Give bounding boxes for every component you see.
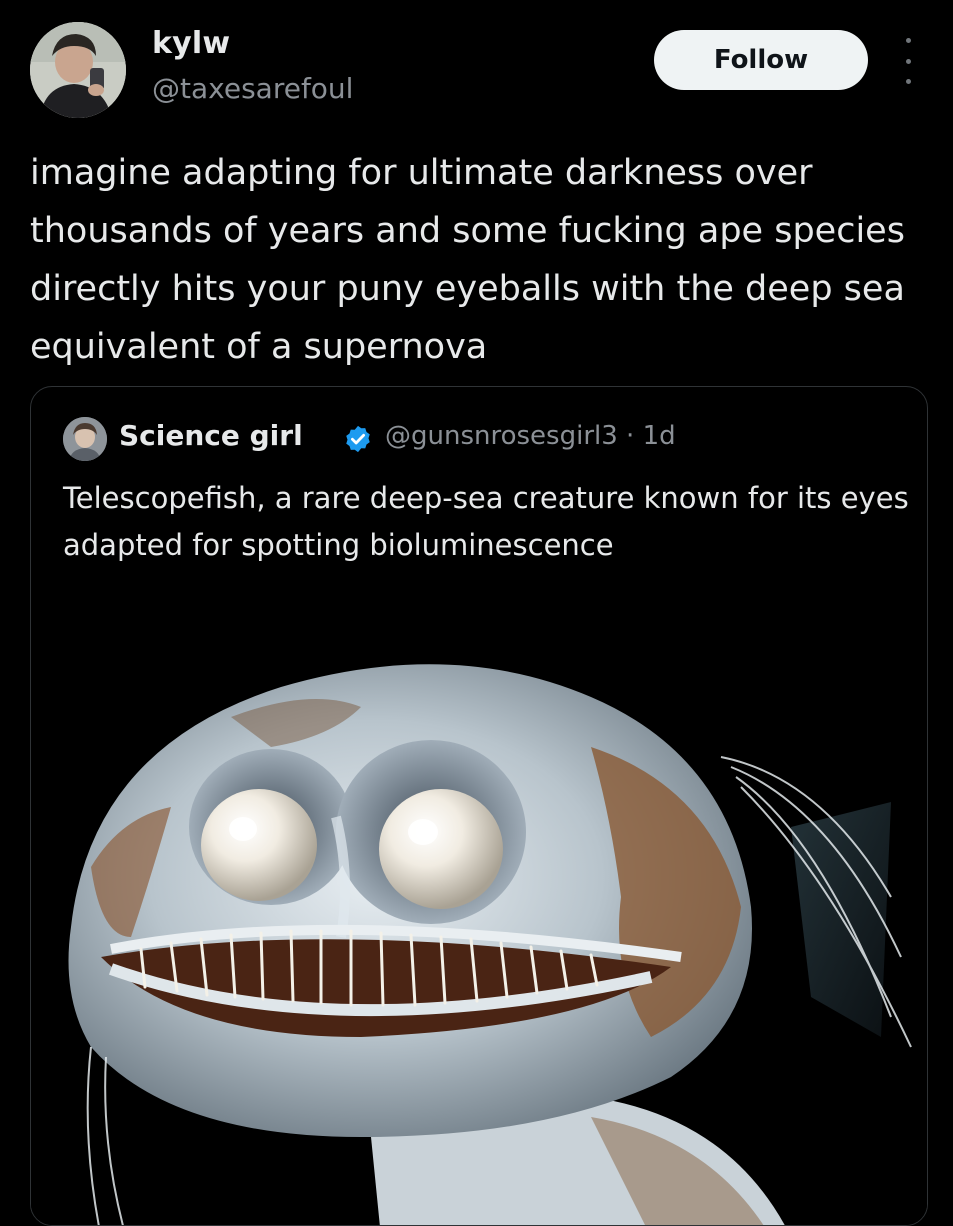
quoted-user-avatar[interactable] xyxy=(63,417,107,461)
quoted-handle-time[interactable]: @gunsnrosesgirl3 · 1d xyxy=(385,421,676,451)
telescopefish-photo xyxy=(31,577,927,1225)
avatar-image xyxy=(30,22,126,118)
quoted-post-text: Telescopefish, a rare deep-sea creature … xyxy=(63,481,909,562)
quoted-post-card[interactable]: Science girl @gunsnrosesgirl3 · 1d Teles… xyxy=(30,386,928,1226)
more-options-icon[interactable] xyxy=(896,38,920,84)
more-dot xyxy=(905,79,911,84)
quoted-post-image[interactable] xyxy=(31,577,927,1225)
user-handle[interactable]: @taxesarefoul xyxy=(152,72,353,105)
more-dot xyxy=(905,58,911,64)
user-avatar[interactable] xyxy=(30,22,126,118)
quoted-display-name[interactable]: Science girl xyxy=(119,419,303,452)
post-header: kylw @taxesarefoul Follow xyxy=(0,0,953,130)
quoted-avatar-image xyxy=(63,417,107,461)
verified-badge-icon xyxy=(346,425,370,453)
follow-button[interactable]: Follow xyxy=(654,30,868,90)
post-text: imagine adapting for ultimate darkness o… xyxy=(30,153,905,367)
display-name[interactable]: kylw xyxy=(152,26,230,61)
more-dot xyxy=(905,38,911,43)
